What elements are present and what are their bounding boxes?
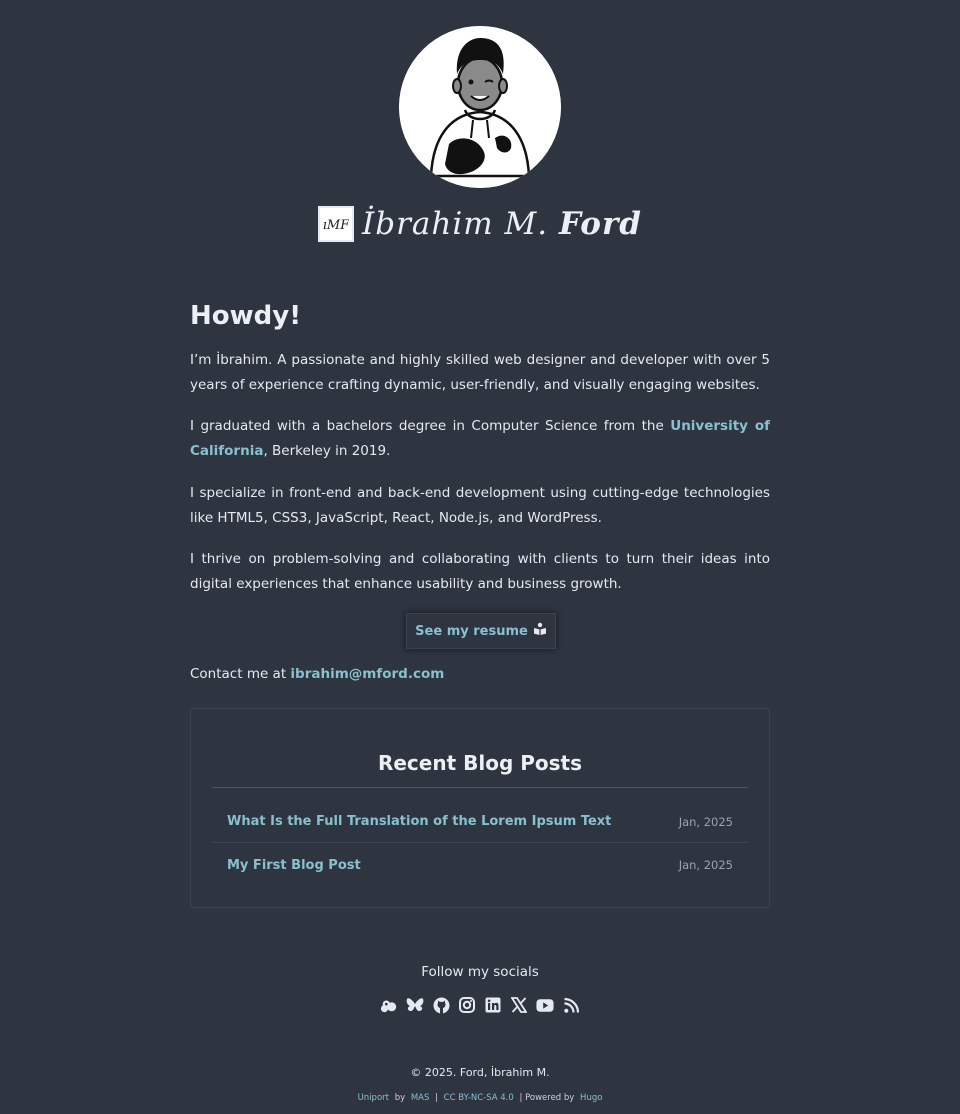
mastodon-icon[interactable] — [380, 995, 398, 1015]
avatar — [399, 26, 561, 188]
education-text: I graduated with a bachelors degree in C… — [190, 418, 671, 434]
post-title[interactable]: What Is the Full Translation of the Lore… — [227, 814, 611, 829]
footer-by: by — [394, 1093, 406, 1103]
license-link[interactable]: CC BY-NC-SA 4.0 — [444, 1093, 514, 1103]
logo: ıMF — [318, 206, 354, 242]
main-content: Howdy! I’m İbrahim. A passionate and hig… — [190, 295, 770, 682]
resume-button-label: See my resume — [415, 623, 528, 639]
theme-link[interactable]: Uniport — [358, 1093, 389, 1103]
skills-paragraph: I specialize in front-end and back-end d… — [190, 485, 770, 526]
github-icon[interactable] — [432, 995, 450, 1015]
recent-posts-card: Recent Blog Posts What Is the Full Trans… — [190, 708, 770, 908]
site-title[interactable]: ıMF İbrahim M. Ford — [0, 202, 960, 246]
contact-prefix: Contact me at — [190, 666, 291, 682]
hugo-link[interactable]: Hugo — [580, 1093, 602, 1103]
list-item[interactable]: What Is the Full Translation of the Lore… — [212, 801, 748, 843]
author-link[interactable]: MAS — [411, 1093, 430, 1103]
site-name-last: Ford — [558, 206, 642, 242]
contact-line: Contact me at ibrahim@mford.com — [190, 662, 444, 686]
rss-icon[interactable] — [562, 995, 580, 1015]
youtube-icon[interactable] — [536, 995, 554, 1015]
x-icon[interactable] — [510, 995, 528, 1015]
social-links — [0, 995, 960, 1015]
instagram-icon[interactable] — [458, 995, 476, 1015]
approach-paragraph: I thrive on problem-solving and collabor… — [190, 551, 770, 592]
page-title: Howdy! — [190, 301, 302, 331]
site-name-first: İbrahim M. — [362, 206, 549, 242]
site-name: İbrahim M. Ford — [362, 206, 642, 242]
copyright: © 2025. Ford, İbrahim M. — [410, 1066, 550, 1079]
post-date: Jan, 2025 — [678, 858, 733, 872]
socials-label: Follow my socials — [421, 964, 539, 980]
bluesky-icon[interactable] — [406, 995, 424, 1015]
footer-separator: | — [435, 1093, 438, 1103]
education-text-end: , Berkeley in 2019. — [263, 443, 391, 459]
education-paragraph: I graduated with a bachelors degree in C… — [190, 414, 770, 464]
book-reader-icon — [533, 622, 547, 640]
email-link[interactable]: ibrahim@mford.com — [290, 666, 444, 682]
svg-text:ıMF: ıMF — [323, 218, 349, 233]
resume-button[interactable]: See my resume — [406, 613, 556, 649]
recent-posts-heading: Recent Blog Posts — [212, 745, 748, 788]
footer-credits: Uniport by MAS | CC BY-NC-SA 4.0 | Power… — [0, 1093, 960, 1103]
list-item[interactable]: My First Blog Post Jan, 2025 — [212, 844, 748, 886]
linkedin-icon[interactable] — [484, 995, 502, 1015]
footer-powered: | Powered by — [519, 1093, 575, 1103]
post-title[interactable]: My First Blog Post — [227, 858, 361, 873]
post-date: Jan, 2025 — [678, 814, 733, 829]
intro-paragraph: I’m İbrahim. A passionate and highly ski… — [190, 352, 770, 393]
